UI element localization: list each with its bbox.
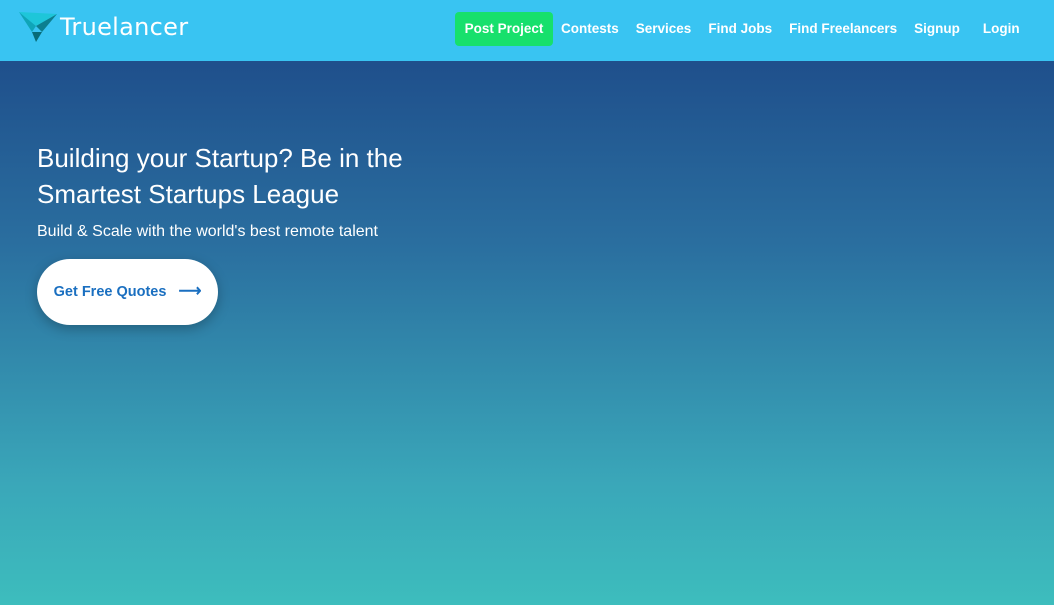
arrow-right-icon: ⟶	[178, 283, 202, 300]
main-nav: Post Project Contests Services Find Jobs…	[455, 12, 1020, 46]
top-navigation-bar: Truelancer Post Project Contests Service…	[0, 0, 1054, 61]
truelancer-logo-icon	[19, 12, 57, 42]
get-free-quotes-button[interactable]: Get Free Quotes ⟶	[37, 259, 218, 325]
brand-logo[interactable]: Truelancer	[18, 10, 188, 44]
nav-find-freelancers[interactable]: Find Freelancers	[789, 12, 897, 46]
nav-signup[interactable]: Signup	[914, 12, 960, 46]
hero-subtitle: Build & Scale with the world's best remo…	[37, 223, 378, 240]
nav-find-jobs[interactable]: Find Jobs	[708, 12, 772, 46]
nav-contests[interactable]: Contests	[561, 12, 619, 46]
brand-name: Truelancer	[60, 13, 189, 41]
cta-label: Get Free Quotes	[53, 284, 167, 300]
nav-login[interactable]: Login	[983, 12, 1020, 46]
hero-title-line-2: Smartest Startups League	[37, 179, 340, 209]
hero-title: Building your Startup? Be in the Smartes…	[37, 140, 497, 212]
post-project-button[interactable]: Post Project	[455, 12, 553, 46]
nav-services[interactable]: Services	[636, 12, 692, 46]
page: Truelancer Post Project Contests Service…	[0, 0, 1054, 605]
hero-title-line-1: Building your Startup? Be in the	[37, 143, 403, 173]
